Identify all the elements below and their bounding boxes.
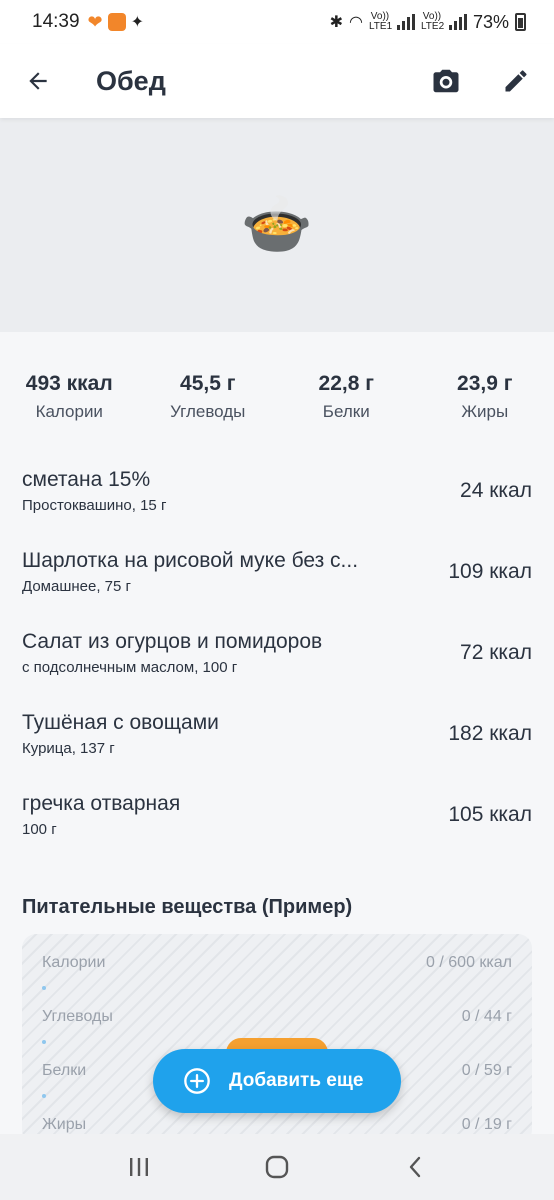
back-button[interactable]	[18, 61, 58, 101]
macro-value: 23,9 г	[457, 372, 513, 395]
status-bar: 14:39 ❤ ✦ ✱ ◠ Vo)) LTE1 Vo)) LTE2 73%	[0, 0, 554, 44]
back-arrow-icon	[29, 72, 47, 90]
battery-icon	[515, 13, 526, 31]
food-name: сметана 15%	[22, 467, 151, 491]
sim2-label: Vo)) LTE2	[420, 11, 445, 32]
add-circle-icon	[184, 1068, 210, 1094]
nutrient-value: 0 / 59 г	[461, 1062, 512, 1079]
orange-app-icon	[107, 13, 126, 31]
food-detail: Курица, 137 г	[22, 739, 115, 757]
status-time: 14:39	[32, 11, 80, 32]
bluetooth-icon: ✱	[329, 14, 343, 31]
macro-label: Белки	[322, 402, 370, 421]
food-kcal: 182 ккал	[448, 721, 532, 745]
camera-button[interactable]	[426, 61, 466, 101]
nutrient-label: Углеводы	[42, 1008, 113, 1025]
macros-summary: 493 ккал Калории 45,5 г Углеводы 22,8 г …	[0, 372, 554, 422]
food-detail: Простоквашино, 15 г	[22, 496, 167, 514]
meal-image-area: 🍲	[0, 118, 554, 332]
food-item[interactable]: Салат из огурцов и помидоров с подсолнеч…	[0, 612, 554, 693]
nutrients-title: Питательные вещества (Пример)	[22, 896, 353, 918]
nutrient-progress-bar	[42, 986, 512, 990]
chevron-left-icon	[409, 1156, 421, 1178]
food-name: Тушёная с овощами	[22, 710, 219, 734]
home-button[interactable]	[247, 1142, 307, 1192]
sim1-label: Vo)) LTE1	[368, 11, 393, 32]
food-item[interactable]: сметана 15% Простоквашино, 15 г 24 ккал	[0, 450, 554, 531]
page-title: Обед	[96, 65, 166, 96]
nutrient-value: 0 / 19 г	[461, 1116, 512, 1133]
macro-calories: 493 ккал Калории	[0, 372, 139, 422]
macro-value: 45,5 г	[180, 372, 236, 395]
magic-wand-icon: ✦	[130, 14, 145, 31]
wifi-icon: ◠	[349, 14, 363, 31]
food-detail: 100 г	[22, 820, 57, 838]
macro-carbs: 45,5 г Углеводы	[139, 372, 278, 422]
notification-icons: ❤ ✦	[87, 12, 145, 32]
app-bar: Обед	[0, 44, 554, 118]
recent-apps-button[interactable]	[109, 1142, 169, 1192]
edit-button[interactable]	[496, 61, 536, 101]
add-more-button[interactable]: Добавить еще	[153, 1049, 401, 1113]
macro-label: Жиры	[461, 402, 509, 421]
food-detail: Домашнее, 75 г	[22, 577, 131, 595]
recent-apps-icon	[130, 1158, 148, 1176]
food-kcal: 109 ккал	[448, 559, 532, 583]
macro-label: Углеводы	[170, 402, 246, 421]
meal-emoji: 🍲	[240, 192, 314, 257]
add-more-label: Добавить еще	[229, 1070, 364, 1091]
back-nav-button[interactable]	[385, 1142, 445, 1192]
signal-1-icon	[396, 14, 415, 30]
food-name: гречка отварная	[22, 791, 181, 815]
nutrient-label: Жиры	[42, 1116, 87, 1133]
heart-app-icon: ❤	[87, 12, 103, 32]
food-kcal: 72 ккал	[460, 640, 532, 664]
food-detail: с подсолнечным маслом, 100 г	[22, 658, 238, 676]
battery-percent: 73%	[472, 11, 509, 32]
food-kcal: 24 ккал	[460, 478, 532, 502]
food-item[interactable]: Шарлотка на рисовой муке без с... Домашн…	[0, 531, 554, 612]
food-name: Салат из огурцов и помидоров	[22, 629, 323, 653]
food-kcal: 105 ккал	[448, 802, 532, 826]
macro-value: 22,8 г	[318, 372, 374, 395]
food-item[interactable]: гречка отварная 100 г 105 ккал	[0, 774, 554, 855]
camera-icon	[433, 69, 459, 93]
home-icon	[265, 1155, 289, 1179]
nutrient-value: 0 / 44 г	[461, 1008, 512, 1025]
status-right: ✱ ◠ Vo)) LTE1 Vo)) LTE2 73%	[330, 12, 526, 33]
food-name: Шарлотка на рисовой муке без с...	[22, 548, 359, 572]
macro-label: Калории	[35, 402, 103, 421]
food-list: сметана 15% Простоквашино, 15 г 24 ккал …	[0, 450, 554, 855]
nutrient-value: 0 / 600 ккал	[426, 954, 512, 971]
food-item[interactable]: Тушёная с овощами Курица, 137 г 182 ккал	[0, 693, 554, 774]
edit-pencil-icon	[505, 70, 527, 92]
macro-fat: 23,9 г Жиры	[416, 372, 554, 422]
macro-value: 493 ккал	[25, 372, 113, 395]
nutrient-label: Калории	[42, 954, 106, 971]
signal-2-icon	[448, 14, 467, 30]
nutrient-row: Калории 0 / 600 ккал	[42, 940, 512, 994]
system-nav-bar	[0, 1134, 554, 1200]
header-actions	[426, 61, 536, 101]
macro-protein: 22,8 г Белки	[277, 372, 416, 422]
nutrient-label: Белки	[42, 1062, 87, 1079]
